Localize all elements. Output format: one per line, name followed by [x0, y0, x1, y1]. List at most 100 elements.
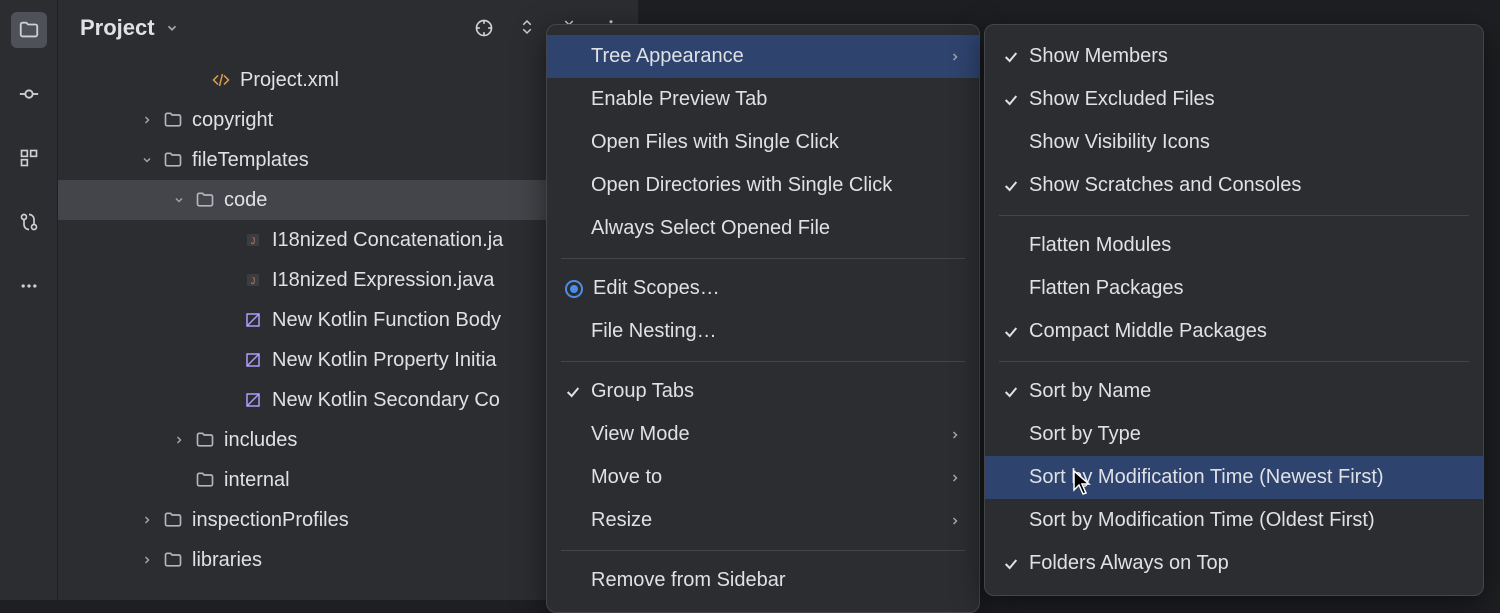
menu-label: Show Members	[1029, 45, 1465, 68]
project-tool-icon[interactable]	[11, 12, 47, 48]
menu-sort-by-name[interactable]: Sort by Name	[985, 370, 1483, 413]
select-opened-file-icon[interactable]	[474, 18, 494, 38]
tree-label: New Kotlin Function Body	[272, 309, 501, 332]
chevron-down-icon[interactable]	[170, 194, 188, 206]
check-icon	[1003, 178, 1029, 194]
project-panel-title[interactable]: Project	[80, 15, 155, 41]
menu-label: Compact Middle Packages	[1029, 320, 1465, 343]
menu-view-mode[interactable]: View Mode	[547, 413, 979, 456]
menu-label: Sort by Type	[1029, 423, 1465, 446]
tree-label: New Kotlin Secondary Co	[272, 389, 500, 412]
menu-label: Open Files with Single Click	[591, 131, 961, 154]
chevron-down-icon[interactable]	[138, 154, 156, 166]
menu-label: Edit Scopes…	[593, 277, 961, 300]
menu-sort-by-mod-oldest[interactable]: Sort by Modification Time (Oldest First)	[985, 499, 1483, 542]
menu-open-files-single-click[interactable]: Open Files with Single Click	[547, 121, 979, 164]
commit-tool-icon[interactable]	[11, 76, 47, 112]
menu-compact-middle[interactable]: Compact Middle Packages	[985, 310, 1483, 353]
menu-file-nesting[interactable]: File Nesting…	[547, 310, 979, 353]
tool-rail	[0, 0, 58, 600]
tree-label: inspectionProfiles	[192, 509, 349, 532]
check-icon	[1003, 49, 1029, 65]
menu-show-excluded[interactable]: Show Excluded Files	[985, 78, 1483, 121]
tree-label: internal	[224, 469, 290, 492]
menu-always-select-opened[interactable]: Always Select Opened File	[547, 207, 979, 250]
vcs-tool-icon[interactable]	[11, 204, 47, 240]
chevron-right-icon	[949, 51, 961, 63]
kotlin-file-icon	[242, 309, 264, 331]
kotlin-file-icon	[242, 349, 264, 371]
chevron-right-icon[interactable]	[138, 554, 156, 566]
check-icon	[1003, 556, 1029, 572]
menu-separator	[999, 215, 1469, 216]
menu-label: Sort by Modification Time (Newest First)	[1029, 466, 1465, 489]
tree-appearance-submenu: Show Members Show Excluded Files Show Vi…	[984, 24, 1484, 596]
menu-sort-by-mod-newest[interactable]: Sort by Modification Time (Newest First)	[985, 456, 1483, 499]
chevron-right-icon	[949, 429, 961, 441]
folder-icon	[194, 189, 216, 211]
folder-icon	[162, 509, 184, 531]
tree-label: copyright	[192, 109, 273, 132]
menu-label: Folders Always on Top	[1029, 552, 1465, 575]
menu-label: Enable Preview Tab	[591, 88, 961, 111]
menu-enable-preview-tab[interactable]: Enable Preview Tab	[547, 78, 979, 121]
check-icon	[1003, 384, 1029, 400]
menu-resize[interactable]: Resize	[547, 499, 979, 542]
chevron-right-icon[interactable]	[170, 434, 188, 446]
menu-open-dirs-single-click[interactable]: Open Directories with Single Click	[547, 164, 979, 207]
menu-label: Resize	[591, 509, 949, 532]
menu-show-visibility[interactable]: Show Visibility Icons	[985, 121, 1483, 164]
radio-icon	[565, 280, 583, 298]
svg-text:J: J	[251, 236, 256, 246]
tree-label: I18nized Expression.java	[272, 269, 494, 292]
xml-file-icon	[210, 69, 232, 91]
tree-label: code	[224, 189, 267, 212]
more-tool-icon[interactable]	[11, 268, 47, 304]
menu-group-tabs[interactable]: Group Tabs	[547, 370, 979, 413]
check-icon	[1003, 324, 1029, 340]
menu-label: Flatten Modules	[1029, 234, 1465, 257]
menu-folders-always-on-top[interactable]: Folders Always on Top	[985, 542, 1483, 585]
expand-all-icon[interactable]	[518, 18, 536, 38]
menu-separator	[561, 258, 965, 259]
menu-label: Group Tabs	[591, 380, 961, 403]
folder-icon	[162, 149, 184, 171]
menu-label: Sort by Modification Time (Oldest First)	[1029, 509, 1465, 532]
structure-tool-icon[interactable]	[11, 140, 47, 176]
menu-flatten-modules[interactable]: Flatten Modules	[985, 224, 1483, 267]
check-icon	[1003, 92, 1029, 108]
menu-sort-by-type[interactable]: Sort by Type	[985, 413, 1483, 456]
menu-edit-scopes[interactable]: Edit Scopes…	[547, 267, 979, 310]
menu-label: Always Select Opened File	[591, 217, 961, 240]
menu-label: Show Excluded Files	[1029, 88, 1465, 111]
menu-show-scratches[interactable]: Show Scratches and Consoles	[985, 164, 1483, 207]
tree-label: includes	[224, 429, 297, 452]
menu-label: Move to	[591, 466, 949, 489]
folder-icon	[194, 429, 216, 451]
java-file-icon: J	[242, 229, 264, 251]
menu-label: View Mode	[591, 423, 949, 446]
menu-flatten-packages[interactable]: Flatten Packages	[985, 267, 1483, 310]
menu-remove-from-sidebar[interactable]: Remove from Sidebar	[547, 559, 979, 602]
menu-show-members[interactable]: Show Members	[985, 35, 1483, 78]
tree-label: New Kotlin Property Initia	[272, 349, 497, 372]
chevron-right-icon	[949, 472, 961, 484]
folder-icon	[162, 109, 184, 131]
chevron-right-icon[interactable]	[138, 514, 156, 526]
menu-label: File Nesting…	[591, 320, 961, 343]
tree-label: fileTemplates	[192, 149, 309, 172]
kotlin-file-icon	[242, 389, 264, 411]
chevron-right-icon[interactable]	[138, 114, 156, 126]
menu-separator	[999, 361, 1469, 362]
menu-tree-appearance[interactable]: Tree Appearance	[547, 35, 979, 78]
menu-label: Sort by Name	[1029, 380, 1465, 403]
tree-label: Project.xml	[240, 69, 339, 92]
project-options-menu: Tree Appearance Enable Preview Tab Open …	[546, 24, 980, 613]
chevron-down-icon[interactable]	[165, 21, 179, 35]
menu-label: Show Visibility Icons	[1029, 131, 1465, 154]
java-file-icon: J	[242, 269, 264, 291]
tree-label: libraries	[192, 549, 262, 572]
menu-move-to[interactable]: Move to	[547, 456, 979, 499]
tree-label: I18nized Concatenation.ja	[272, 229, 503, 252]
menu-label: Tree Appearance	[591, 45, 949, 68]
